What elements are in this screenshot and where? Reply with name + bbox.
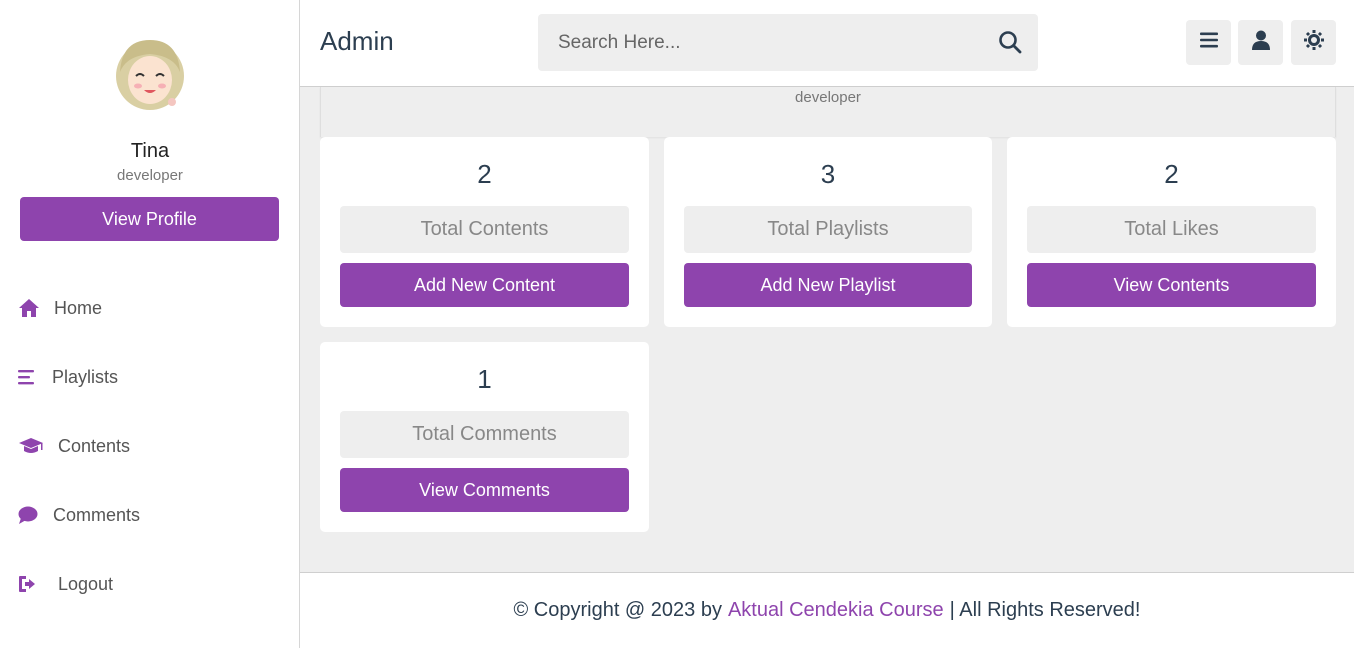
stat-count: 1	[477, 364, 492, 394]
stat-card-likes: 2 Total Likes View Contents	[1007, 137, 1336, 327]
sidebar-item-label: Logout	[58, 573, 114, 594]
add-new-playlist-button[interactable]: Add New Playlist	[684, 263, 972, 307]
sidebar-item-contents[interactable]: Contents	[18, 431, 130, 461]
add-new-content-button[interactable]: Add New Content	[340, 263, 629, 307]
sidebar-item-playlists[interactable]: Playlists	[18, 362, 118, 392]
footer-rights: | All Rights Reserved!	[949, 599, 1141, 621]
footer-copyright: © Copyright @ 2023 by	[513, 599, 722, 621]
sidebar-item-label: Contents	[58, 435, 131, 456]
menu-button[interactable]	[1186, 20, 1231, 65]
profile-name: Tina	[130, 140, 170, 162]
search-input[interactable]	[538, 14, 978, 71]
stat-label: Total Contents	[340, 206, 629, 253]
graduation-cap-icon	[18, 435, 48, 457]
profile-card: developer	[320, 87, 1336, 137]
profile-card-role: developer	[795, 89, 861, 106]
sidebar: Tina developer View Profile Home Playlis…	[0, 0, 300, 648]
footer-link[interactable]: Aktual Cendekia Course	[728, 599, 944, 622]
user-icon	[1251, 30, 1270, 55]
stat-card-comments: 1 Total Comments View Comments	[320, 342, 649, 532]
sun-icon	[1303, 29, 1325, 56]
view-comments-button[interactable]: View Comments	[340, 468, 629, 512]
comment-icon	[18, 504, 43, 526]
stat-label: Total Comments	[340, 411, 629, 458]
view-profile-button[interactable]: View Profile	[20, 197, 279, 241]
stat-count: 3	[820, 159, 836, 189]
footer: © Copyright @ 2023 by Aktual Cendekia Co…	[300, 572, 1354, 648]
user-button[interactable]	[1238, 20, 1283, 65]
home-icon	[18, 297, 44, 319]
view-contents-button[interactable]: View Contents	[1027, 263, 1316, 307]
profile-role: developer	[117, 167, 183, 184]
stat-card-playlists: 3 Total Playlists Add New Playlist	[664, 137, 992, 327]
sidebar-item-label: Home	[54, 297, 103, 318]
sidebar-item-label: Playlists	[52, 366, 119, 387]
bars-icon	[1199, 32, 1218, 53]
avatar	[114, 32, 186, 112]
stat-label: Total Playlists	[684, 206, 972, 253]
sidebar-item-logout[interactable]: Logout	[18, 569, 113, 599]
sidebar-item-home[interactable]: Home	[18, 293, 102, 323]
stat-count: 2	[1164, 159, 1179, 189]
stat-card-contents: 2 Total Contents Add New Content	[320, 137, 649, 327]
search-box	[538, 14, 1038, 71]
sidebar-item-comments[interactable]: Comments	[18, 500, 140, 530]
bars-icon	[18, 366, 42, 388]
page-title: Admin	[320, 26, 394, 56]
logout-icon	[18, 573, 48, 595]
sidebar-item-label: Comments	[53, 504, 141, 525]
stat-count: 2	[477, 159, 492, 189]
search-icon[interactable]	[998, 30, 1024, 56]
theme-toggle-button[interactable]	[1291, 20, 1336, 65]
stat-label: Total Likes	[1027, 206, 1316, 253]
header: Admin	[300, 0, 1354, 87]
